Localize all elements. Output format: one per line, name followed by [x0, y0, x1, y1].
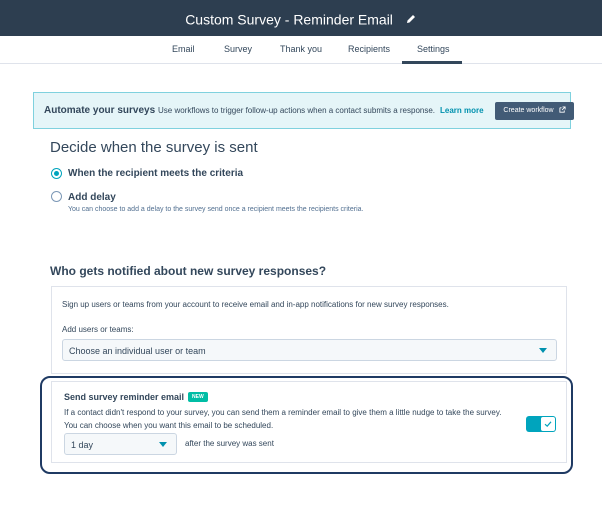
- external-link-icon: [559, 106, 566, 113]
- page-title: Custom Survey - Reminder Email: [0, 10, 602, 27]
- tab-survey[interactable]: Survey: [224, 44, 252, 54]
- create-workflow-label: Create workflow: [503, 107, 554, 114]
- banner-title: Automate your surveys: [44, 105, 156, 116]
- tab-thank-you[interactable]: Thank you: [280, 44, 322, 54]
- top-header: Custom Survey - Reminder Email: [0, 0, 602, 36]
- toggle-knob: [541, 417, 555, 431]
- create-workflow-button[interactable]: Create workflow: [495, 102, 574, 120]
- after-sent-text: after the survey was sent: [185, 439, 274, 448]
- new-badge: NEW: [188, 392, 208, 402]
- active-tab-indicator: [402, 61, 462, 64]
- radio-add-delay[interactable]: [51, 191, 62, 202]
- delay-value: 1 day: [71, 440, 94, 450]
- send-timing-heading: Decide when the survey is sent: [50, 139, 258, 156]
- radio-add-delay-label[interactable]: Add delay: [68, 192, 116, 203]
- checkmark-icon: [544, 421, 552, 428]
- reminder-title: Send survey reminder email: [64, 392, 185, 402]
- tab-recipients[interactable]: Recipients: [348, 44, 390, 54]
- caret-down-icon: [539, 348, 547, 353]
- caret-down-icon: [159, 442, 167, 447]
- add-users-label: Add users or teams:: [62, 325, 134, 334]
- tab-settings[interactable]: Settings: [417, 44, 450, 54]
- delay-dropdown[interactable]: 1 day: [64, 433, 177, 455]
- banner-text: Use workflows to trigger follow-up actio…: [158, 106, 436, 115]
- survey-title: Custom Survey - Reminder Email: [185, 11, 393, 28]
- users-teams-placeholder: Choose an individual user or team: [69, 346, 206, 356]
- reminder-panel: Send survey reminder email NEW If a cont…: [51, 381, 567, 463]
- radio-meets-criteria[interactable]: [51, 168, 62, 179]
- reminder-description: If a contact didn't respond to your surv…: [64, 408, 502, 430]
- pencil-icon[interactable]: [405, 13, 417, 25]
- learn-more-link[interactable]: Learn more: [440, 106, 484, 115]
- add-delay-help-text: You can choose to add a delay to the sur…: [68, 206, 364, 213]
- users-teams-dropdown[interactable]: Choose an individual user or team: [62, 339, 557, 361]
- tab-bar: Email Survey Thank you Recipients Settin…: [0, 36, 602, 64]
- radio-meets-criteria-label[interactable]: When the recipient meets the criteria: [68, 168, 243, 179]
- notifications-description: Sign up users or teams from your account…: [62, 300, 449, 309]
- automate-banner: Automate your surveys Use workflows to t…: [33, 92, 574, 129]
- notifications-heading: Who gets notified about new survey respo…: [50, 264, 327, 278]
- tab-email[interactable]: Email: [172, 44, 195, 54]
- notifications-panel: Sign up users or teams from your account…: [51, 286, 567, 374]
- reminder-toggle[interactable]: [526, 416, 556, 432]
